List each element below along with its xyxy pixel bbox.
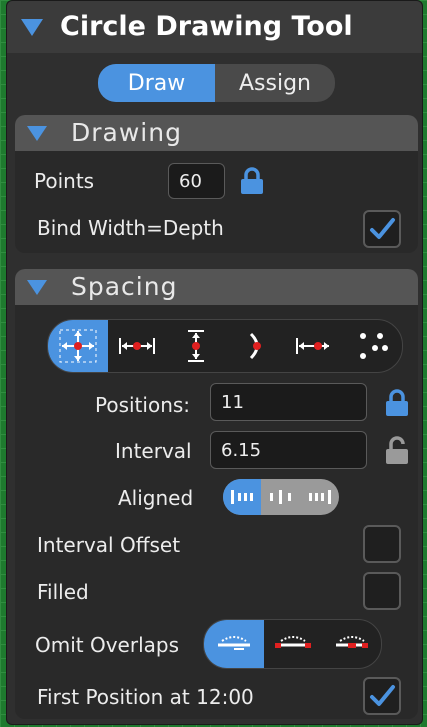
- tab-assign[interactable]: Assign: [215, 64, 335, 102]
- filled-checkbox[interactable]: [363, 572, 401, 610]
- spacing-section-title: Spacing: [71, 272, 178, 301]
- fit-height-icon[interactable]: [167, 320, 226, 372]
- first-position-label: First Position at 12:00: [37, 685, 254, 709]
- lock-icon[interactable]: [384, 389, 410, 417]
- omit-overlap-icon[interactable]: [323, 620, 382, 668]
- align-start-icon[interactable]: [223, 479, 261, 515]
- arc-icon[interactable]: [226, 320, 285, 372]
- omit-overlaps-label: Omit Overlaps: [35, 633, 180, 657]
- collapse-triangle-icon[interactable]: [27, 280, 47, 295]
- spacing-section-header[interactable]: Spacing: [15, 269, 418, 305]
- tool-panel: Circle Drawing Tool Draw Assign Drawing …: [6, 0, 423, 725]
- fit-width-icon[interactable]: [108, 320, 167, 372]
- checkmark-icon: [370, 685, 395, 706]
- lock-icon[interactable]: [239, 167, 265, 195]
- interval-offset-label: Interval Offset: [37, 533, 181, 557]
- positions-label: Positions:: [95, 393, 191, 417]
- panel-header[interactable]: Circle Drawing Tool: [7, 1, 422, 53]
- spacing-mode-group: [47, 319, 403, 373]
- drawing-section-title: Drawing: [71, 118, 182, 147]
- positions-field[interactable]: 11: [210, 383, 367, 421]
- points-field[interactable]: 60: [168, 163, 225, 199]
- collapse-triangle-icon[interactable]: [27, 126, 47, 141]
- mode-tabs: Draw Assign: [98, 64, 335, 102]
- align-end-icon[interactable]: [300, 479, 339, 515]
- aligned-toggle: [223, 479, 339, 515]
- interval-offset-checkbox[interactable]: [363, 525, 401, 563]
- points-label: Points: [34, 169, 95, 193]
- bind-width-checkbox[interactable]: [363, 210, 401, 248]
- points-icon[interactable]: [343, 320, 402, 372]
- collapse-triangle-icon[interactable]: [21, 19, 43, 36]
- align-center-icon[interactable]: [261, 479, 300, 515]
- omit-none-icon[interactable]: [204, 620, 264, 668]
- interval-field[interactable]: 6.15: [210, 431, 367, 469]
- drawing-section: Drawing Points 60 Bind Width=Depth: [15, 115, 418, 253]
- tab-draw[interactable]: Draw: [98, 64, 215, 102]
- interval-label: Interval: [115, 439, 192, 463]
- checkmark-icon: [370, 218, 395, 239]
- aligned-label: Aligned: [118, 486, 194, 510]
- unlock-icon[interactable]: [384, 435, 412, 465]
- bind-width-label: Bind Width=Depth: [37, 216, 224, 240]
- omit-ends-icon[interactable]: [264, 620, 323, 668]
- first-position-checkbox[interactable]: [363, 677, 401, 715]
- fit-both-icon[interactable]: [48, 320, 108, 372]
- drawing-section-header[interactable]: Drawing: [15, 115, 418, 151]
- filled-label: Filled: [37, 580, 89, 604]
- omit-overlaps-group: [203, 619, 382, 669]
- spacing-section: Spacing Positions: 11 Interval 6.15 Alig…: [15, 269, 418, 719]
- fixed-width-icon[interactable]: [284, 320, 343, 372]
- panel-title: Circle Drawing Tool: [60, 11, 353, 42]
